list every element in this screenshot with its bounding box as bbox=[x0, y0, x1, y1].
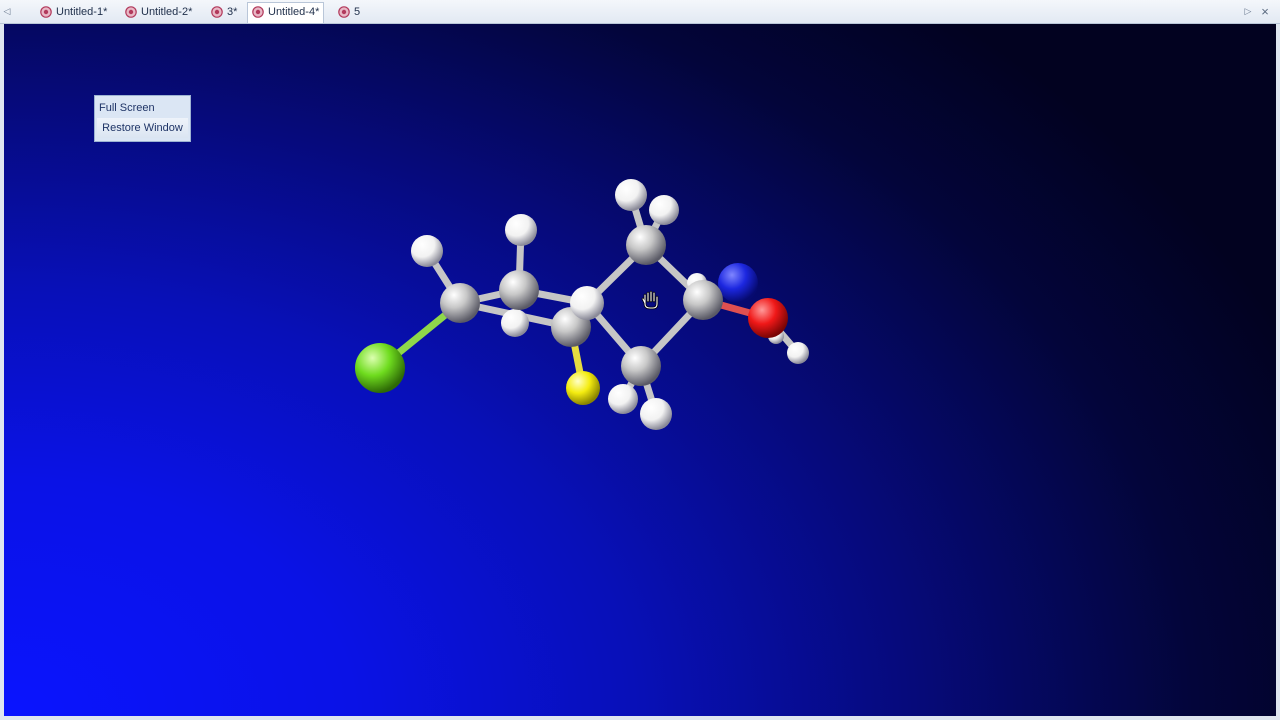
sulfur-atom bbox=[566, 371, 600, 405]
tab-untitled-1[interactable]: Untitled-1* bbox=[36, 3, 111, 21]
tab-label: Untitled-1* bbox=[56, 6, 108, 18]
hydrogen-atom bbox=[787, 342, 809, 364]
document-icon bbox=[211, 6, 223, 18]
hydrogen-atom bbox=[411, 235, 443, 267]
full-screen-panel: Full Screen Restore Window bbox=[94, 95, 191, 142]
tab-label: 3* bbox=[227, 6, 238, 18]
hydrogen-atom bbox=[615, 179, 647, 211]
tab-5[interactable]: 5 bbox=[334, 3, 364, 21]
full-screen-title: Full Screen bbox=[99, 102, 155, 114]
tab-label: Untitled-4* bbox=[268, 6, 320, 18]
close-icon[interactable]: × bbox=[1258, 0, 1272, 24]
molecule-model[interactable] bbox=[4, 24, 1276, 716]
carbon-atom bbox=[626, 225, 666, 265]
scroll-left-icon[interactable]: ◁ bbox=[0, 0, 14, 24]
scroll-right-icon[interactable]: ▷ bbox=[1241, 0, 1255, 24]
document-icon bbox=[125, 6, 137, 18]
carbon-atom bbox=[621, 346, 661, 386]
document-icon bbox=[338, 6, 350, 18]
tab-label: 5 bbox=[354, 6, 361, 18]
tab-untitled-2[interactable]: Untitled-2* bbox=[121, 3, 196, 21]
window-frame-bottom bbox=[0, 716, 1280, 720]
atoms bbox=[355, 179, 809, 430]
oxygen-atom bbox=[748, 298, 788, 338]
carbon-atom bbox=[683, 280, 723, 320]
hydrogen-atom bbox=[570, 286, 604, 320]
hydrogen-atom bbox=[649, 195, 679, 225]
chlorine-atom bbox=[355, 343, 405, 393]
molecule-viewport[interactable]: Full Screen Restore Window bbox=[4, 24, 1276, 716]
carbon-atom bbox=[440, 283, 480, 323]
document-tab-bar: ◁ Untitled-1* Untitled-2* 3* Untitled-4*… bbox=[0, 0, 1280, 24]
hydrogen-atom bbox=[501, 309, 529, 337]
restore-window-button[interactable]: Restore Window bbox=[97, 118, 188, 138]
nitrogen-atom bbox=[718, 263, 758, 303]
hydrogen-atom bbox=[505, 214, 537, 246]
document-icon bbox=[252, 6, 264, 18]
window-frame-right bbox=[1276, 24, 1280, 720]
hand-cursor-icon bbox=[641, 290, 659, 310]
carbon-atom bbox=[499, 270, 539, 310]
tab-label: Untitled-2* bbox=[141, 6, 193, 18]
hydrogen-atom bbox=[608, 384, 638, 414]
tab-untitled-4[interactable]: Untitled-4* bbox=[247, 2, 325, 23]
tab-3[interactable]: 3* bbox=[207, 3, 241, 21]
hydrogen-atom bbox=[640, 398, 672, 430]
document-icon bbox=[40, 6, 52, 18]
